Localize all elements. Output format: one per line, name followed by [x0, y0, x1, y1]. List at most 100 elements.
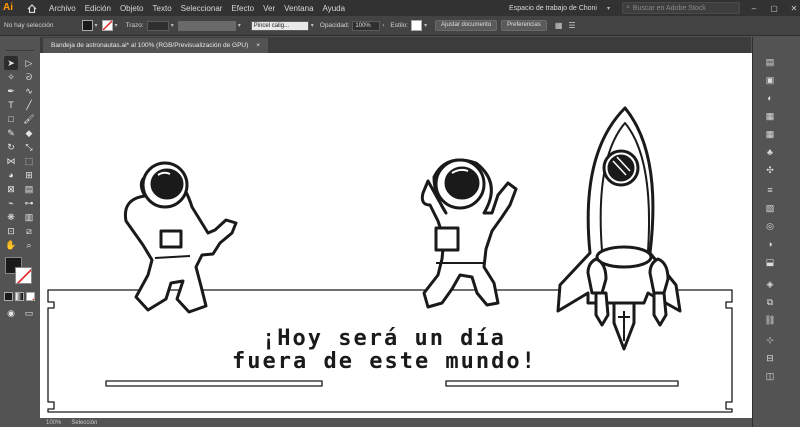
lasso-icon[interactable]: ᘐ	[22, 70, 36, 84]
swatches-icon[interactable]: ▦	[763, 127, 777, 141]
maximize-icon[interactable]: ▢	[768, 4, 780, 13]
brush-definition-select[interactable]: Pincel calig...	[250, 20, 309, 31]
type-icon[interactable]: T	[4, 98, 18, 112]
chevron-down-icon[interactable]: ▾	[115, 22, 118, 29]
chevron-down-icon[interactable]: ▾	[607, 5, 610, 12]
stock-search-input[interactable]: ⌕ Buscar en Adobe Stock	[622, 2, 740, 14]
menu-ver[interactable]: Ver	[263, 4, 275, 13]
brush-label: Pincel calig...	[253, 22, 290, 29]
chevron-down-icon[interactable]: ▾	[171, 22, 174, 29]
chevron-right-icon[interactable]: ›	[382, 23, 384, 29]
properties-icon[interactable]: ▤	[763, 55, 777, 69]
align-icon[interactable]: ☰	[568, 21, 575, 30]
close-icon[interactable]: ✕	[788, 4, 800, 13]
slogan-line-1[interactable]: ¡Hoy será un día	[262, 326, 506, 351]
rotate-icon[interactable]: ↻	[4, 140, 18, 154]
opacity-label: Opacidad:	[319, 22, 350, 29]
menu-efecto[interactable]: Efecto	[231, 4, 254, 13]
color-mode-solid-icon[interactable]	[4, 292, 13, 301]
artboards-panel-icon[interactable]: ⧉	[763, 295, 777, 309]
symbols-icon[interactable]: ✣	[763, 163, 777, 177]
draw-mode-icon[interactable]: ◉	[4, 306, 18, 320]
zoom-level[interactable]: 100%	[46, 420, 61, 426]
preferences-button[interactable]: Preferencias	[501, 20, 547, 31]
illustrator-window: Ai Archivo Edición Objeto Texto Seleccio…	[0, 0, 800, 427]
blend-icon[interactable]: ⊶	[22, 196, 36, 210]
brushes-icon[interactable]: ♣	[763, 145, 777, 159]
menu-objeto[interactable]: Objeto	[120, 4, 144, 13]
layers-icon[interactable]: ◈	[763, 277, 777, 291]
eyedropper-icon[interactable]: ⌁	[4, 196, 18, 210]
slogan-line-2[interactable]: fuera de este mundo!	[232, 349, 537, 374]
variable-width-profile[interactable]	[177, 20, 236, 31]
home-icon[interactable]	[25, 1, 39, 15]
left-bar	[105, 380, 323, 387]
close-tab-icon[interactable]: ×	[256, 38, 260, 53]
menu-texto[interactable]: Texto	[153, 4, 172, 13]
paintbrush-icon[interactable]: 🖌	[22, 112, 36, 126]
shape-builder-icon[interactable]: ◕	[4, 168, 18, 182]
selection-icon[interactable]: ➤	[4, 56, 18, 70]
appearance-icon[interactable]: ◑	[763, 237, 777, 251]
rectangle-icon[interactable]: □	[4, 112, 18, 126]
chevron-down-icon[interactable]: ▾	[424, 22, 427, 29]
symbol-sprayer-icon[interactable]: ❋	[4, 210, 18, 224]
artboard-icon[interactable]: ⊡	[4, 224, 18, 238]
width-icon[interactable]: ⋈	[4, 154, 18, 168]
curvature-icon[interactable]: ∿	[22, 84, 36, 98]
stroke-weight-field[interactable]	[146, 20, 169, 31]
transform-icon[interactable]: ⊹	[763, 333, 777, 347]
chevron-down-icon[interactable]: ▾	[95, 22, 98, 29]
libraries-icon[interactable]: ▣	[763, 73, 777, 87]
align-icon[interactable]: ⊟	[763, 351, 777, 365]
color-guide-icon[interactable]: ▦	[763, 109, 777, 123]
chevron-down-icon[interactable]: ▾	[311, 22, 314, 29]
transparency-icon[interactable]: ◎	[763, 219, 777, 233]
mesh-icon[interactable]: ⊠	[4, 182, 18, 196]
color-icon[interactable]: ◐	[763, 91, 777, 105]
artboard-canvas[interactable]: ¡Hoy será un día fuera de este mundo!	[40, 53, 752, 427]
workspace-switcher[interactable]: Espacio de trabajo de Choni	[509, 5, 597, 12]
links-icon[interactable]: ⛓	[763, 313, 777, 327]
perspective-icon[interactable]: ⊞	[22, 168, 36, 182]
astronaut-middle	[420, 158, 518, 309]
menu-edicion[interactable]: Edición	[85, 4, 111, 13]
fill-swatch[interactable]	[81, 20, 93, 31]
scale-icon[interactable]: ⤡	[22, 140, 36, 154]
gradient-panel-icon[interactable]: ▧	[763, 201, 777, 215]
right-panel-dock: ▤ ▣ ◐ ▦ ▦ ♣ ✣ ≡ ▧ ◎ ◑ ⬓ ◈ ⧉ ⛓ ⊹ ⊟ ◫	[752, 37, 800, 427]
arrange-icon[interactable]: ▦	[555, 21, 563, 30]
menu-ayuda[interactable]: Ayuda	[323, 4, 346, 13]
hand-icon[interactable]: ✋	[4, 238, 18, 252]
stroke-swatch[interactable]	[101, 20, 113, 31]
color-mode-none-icon[interactable]	[26, 292, 35, 301]
menu-ventana[interactable]: Ventana	[284, 4, 313, 13]
document-setup-button[interactable]: Ajustar documento	[435, 20, 498, 31]
menu-archivo[interactable]: Archivo	[49, 4, 76, 13]
app-logo: Ai	[3, 2, 13, 13]
stroke-icon[interactable]: ≡	[763, 183, 777, 197]
document-tab[interactable]: Bandeja de astronautas.ai* al 100% (RGB/…	[43, 38, 269, 53]
menu-seleccionar[interactable]: Seleccionar	[181, 4, 223, 13]
opacity-field[interactable]: 100%	[352, 20, 381, 31]
magic-wand-icon[interactable]: ✧	[4, 70, 18, 84]
column-graph-icon[interactable]: ▥	[22, 210, 36, 224]
stroke-color-box[interactable]	[15, 267, 32, 284]
gradient-icon[interactable]: ▤	[22, 182, 36, 196]
graphic-styles-icon[interactable]: ⬓	[763, 255, 777, 269]
eraser-icon[interactable]: ◆	[22, 126, 36, 140]
graphic-style-swatch[interactable]	[411, 20, 423, 31]
pen-icon[interactable]: ✒	[4, 84, 18, 98]
free-transform-icon[interactable]: ⬚	[22, 154, 36, 168]
pencil-icon[interactable]: ✎	[4, 126, 18, 140]
zoom-icon[interactable]: ⌕	[22, 238, 36, 252]
panel-grip[interactable]	[6, 50, 34, 52]
screen-mode-icon[interactable]: ▭	[22, 306, 36, 320]
chevron-down-icon[interactable]: ▾	[238, 22, 241, 29]
pathfinder-icon[interactable]: ◫	[763, 369, 777, 383]
minimize-icon[interactable]: –	[748, 4, 760, 13]
color-mode-gradient-icon[interactable]	[15, 292, 24, 301]
direct-selection-icon[interactable]: ▷	[22, 56, 36, 70]
line-icon[interactable]: ╱	[22, 98, 36, 112]
slice-icon[interactable]: ⧄	[22, 224, 36, 238]
